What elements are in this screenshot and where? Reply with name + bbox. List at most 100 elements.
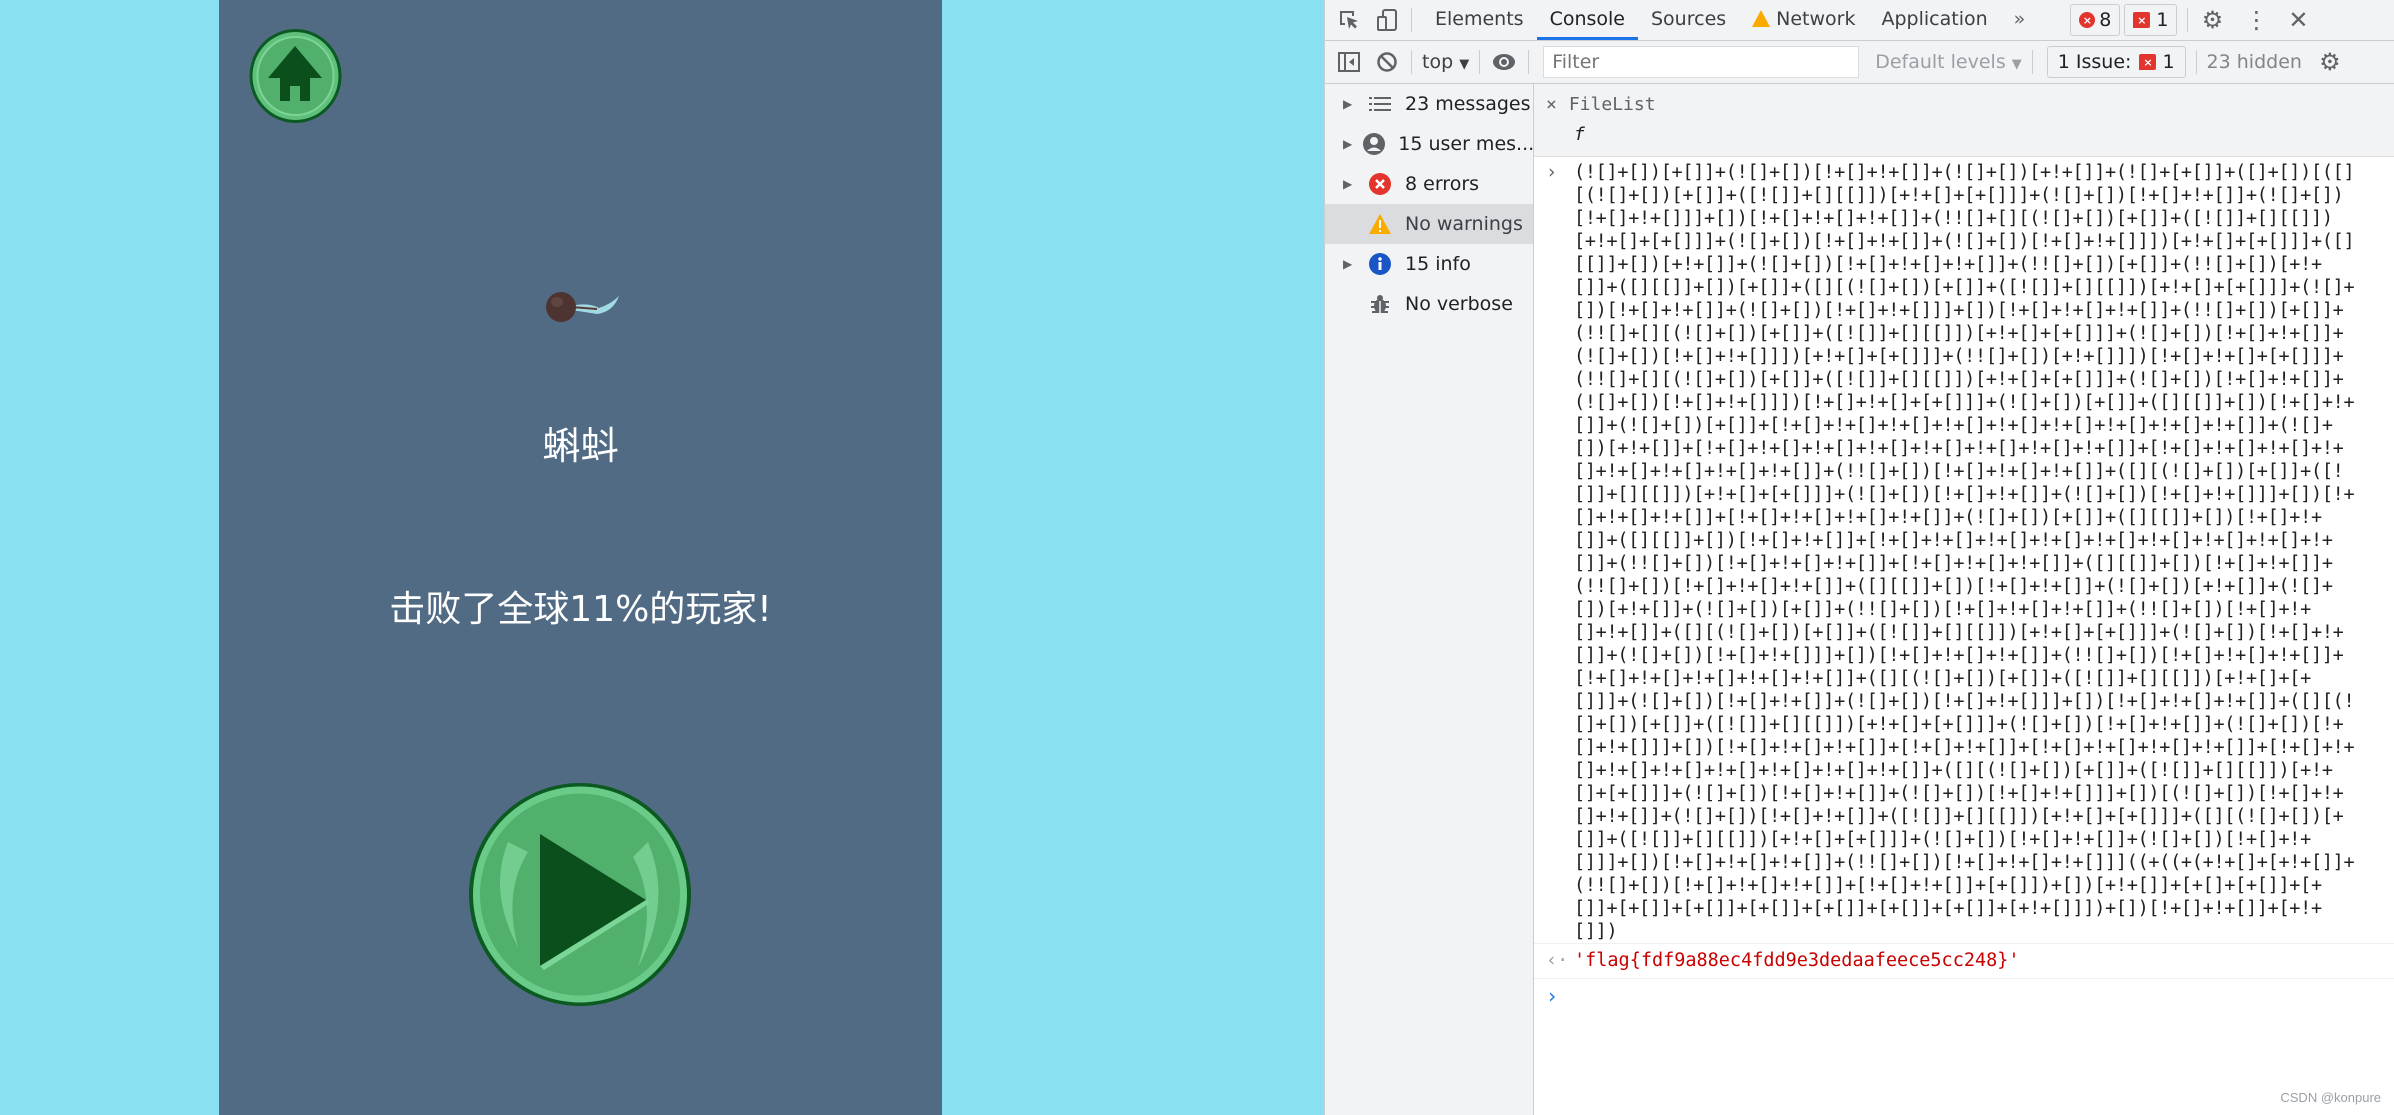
tab-network[interactable]: Network bbox=[1739, 0, 1868, 40]
warning-icon bbox=[1367, 211, 1393, 237]
list-icon bbox=[1367, 91, 1393, 117]
issues-badge[interactable]: × 1 bbox=[2124, 4, 2178, 36]
divider bbox=[1479, 50, 1481, 74]
flag-result: 'flag{fdf9a88ec4fdd9e3dedaafeece5cc248}' bbox=[1574, 950, 2020, 971]
home-button[interactable] bbox=[248, 28, 343, 124]
code-line: []]+([][[]]+[])[+[]]+([][(![]+[])[+[]]+(… bbox=[1574, 277, 2355, 298]
code-line: []+!+[]]+([][(![]+[])[+[]]+([![]]+[][[]]… bbox=[1574, 622, 2344, 643]
eye-icon[interactable] bbox=[1490, 48, 1518, 76]
tab-console[interactable]: Console bbox=[1536, 0, 1639, 40]
code-line: []+!+[]]]+[])[!+[]+!+[]+!+[]]+[!+[]+!+[]… bbox=[1574, 737, 2355, 758]
more-options-icon[interactable]: ⋮ bbox=[2242, 6, 2270, 34]
issue-count: 1 bbox=[2156, 9, 2169, 31]
code-line: []]+(![]+[])[+[]]+[!+[]+!+[]+!+[]+!+[]+!… bbox=[1574, 415, 2333, 436]
expand-arrow-icon: ▶ bbox=[1343, 137, 1353, 151]
divider bbox=[1528, 50, 1530, 74]
code-line: (![]+[])[+[]]+(![]+[])[!+[]+!+[]]+(![]+[… bbox=[1574, 162, 2355, 183]
divider bbox=[2031, 50, 2033, 74]
console-prompt[interactable]: › bbox=[1534, 979, 2394, 1013]
code-line: [])[+!+[]]+(![]+[])[+[]]+(!![]+[])[!+[]+… bbox=[1574, 599, 2311, 620]
more-tabs-button[interactable]: » bbox=[2001, 0, 2039, 40]
code-line: []+!+[]+!+[]+!+[]+!+[]]+(!![]+[])[!+[]+!… bbox=[1574, 461, 2344, 482]
dropdown-arrow-icon: ▼ bbox=[1459, 57, 1470, 72]
tadpole-sprite bbox=[543, 286, 623, 326]
code-line: [+!+[]+[+[]]]+(![]+[])[!+[]+!+[]]+(![]+[… bbox=[1574, 231, 2355, 252]
console-input-entry: › (![]+[])[+[]]+(![]+[])[!+[]+!+[]]+(![]… bbox=[1534, 157, 2394, 944]
warning-icon bbox=[1752, 10, 1771, 27]
code-line: (!![]+[])[!+[]+!+[]+!+[]]+([][[]]+[])[!+… bbox=[1574, 576, 2333, 597]
expand-arrow-icon: ▶ bbox=[1343, 97, 1353, 111]
clear-console-icon[interactable] bbox=[1373, 48, 1401, 76]
code-line: [(![]+[])[+[]]+([![]]+[][[]])[+!+[]+[+[]… bbox=[1574, 185, 2344, 206]
input-chevron-icon: › bbox=[1546, 162, 1557, 183]
sidebar-toggle-icon[interactable] bbox=[1335, 48, 1363, 76]
sidebar-item-label: 15 user mes... bbox=[1398, 133, 1533, 155]
code-line: []]+([![]]+[][[]])[+!+[]+[+[]]]+(![]+[])… bbox=[1574, 829, 2311, 850]
code-line: [])[!+[]+!+[]]+(![]+[])[!+[]+!+[]]]+[])[… bbox=[1574, 300, 2344, 321]
console-toolbar: top ▼ Default levels ▼ 1 Issue: × 1 23 hid… bbox=[1325, 41, 2394, 84]
sidebar-item-messages[interactable]: ▶ 23 messages bbox=[1325, 84, 1533, 124]
sidebar-item-errors[interactable]: ▶ 8 errors bbox=[1325, 164, 1533, 204]
device-toolbar-icon[interactable] bbox=[1373, 6, 1401, 34]
devtools-panel: Elements Console Sources Network Applica… bbox=[1324, 0, 2394, 1115]
result-arrow-icon: ‹· bbox=[1546, 950, 1569, 971]
context-selector[interactable]: top ▼ bbox=[1422, 51, 1469, 73]
sidebar-item-user-messages[interactable]: ▶ 15 user mes... bbox=[1325, 124, 1533, 164]
tab-elements[interactable]: Elements bbox=[1422, 0, 1537, 40]
code-line: []]]+(![]+[])[!+[]+!+[]]+(![]+[])[!+[]+!… bbox=[1574, 691, 2355, 712]
inspect-element-icon[interactable] bbox=[1335, 6, 1363, 34]
sidebar-item-label: 15 info bbox=[1405, 253, 1471, 275]
issue-icon: × bbox=[2133, 12, 2151, 28]
issues-label: 1 Issue: bbox=[2057, 51, 2132, 73]
log-levels-dropdown[interactable]: Default levels ▼ bbox=[1875, 51, 2022, 73]
code-line: (![]+[])[!+[]+!+[]]])[!+[]+!+[]+[+[]]]+(… bbox=[1574, 392, 2355, 413]
devtools-tabbar: Elements Console Sources Network Applica… bbox=[1325, 0, 2394, 41]
issues-count: 1 bbox=[2162, 51, 2175, 73]
divider bbox=[1411, 8, 1412, 32]
tab-sources[interactable]: Sources bbox=[1638, 0, 1739, 40]
code-line: []]+[][[]])[+!+[]+[+[]]]+(![]+[])[!+[]+!… bbox=[1574, 484, 2355, 505]
context-label: top bbox=[1422, 51, 1454, 73]
issues-button[interactable]: 1 Issue: × 1 bbox=[2046, 46, 2186, 78]
tab-application[interactable]: Application bbox=[1869, 0, 2001, 40]
code-line: (!![]+[][(![]+[])[+[]]+([![]]+[][[]])[+!… bbox=[1574, 369, 2344, 390]
console-settings-icon[interactable]: ⚙ bbox=[2316, 48, 2344, 76]
code-line: []]+(![]+[])[!+[]+!+[]]]+[])[!+[]+!+[]+!… bbox=[1574, 645, 2344, 666]
close-icon[interactable]: ✕ bbox=[2284, 6, 2312, 34]
divider bbox=[2187, 8, 2189, 32]
code-line: []]+[+[]]+[+[]]+[+[]]+[+[]]+[+[]]+[+[]]+… bbox=[1574, 898, 2322, 919]
context-label: FileList bbox=[1568, 94, 1656, 115]
sidebar-item-label: 23 messages bbox=[1405, 93, 1531, 115]
home-icon bbox=[249, 29, 342, 123]
error-icon bbox=[1367, 171, 1393, 197]
error-count: 8 bbox=[2099, 9, 2112, 31]
settings-gear-icon[interactable]: ⚙ bbox=[2198, 6, 2226, 34]
console-output: × FileList f › (![]+[])[+[]]+(![]+[])[!+[… bbox=[1534, 84, 2394, 1115]
play-icon bbox=[469, 783, 691, 1006]
code-line: []+[+[]]]+(![]+[])[!+[]+!+[]]+(![]+[])[!… bbox=[1574, 783, 2344, 804]
errors-badge[interactable]: × 8 bbox=[2070, 4, 2121, 36]
divider bbox=[1411, 50, 1412, 74]
filter-input[interactable] bbox=[1543, 46, 1860, 78]
game-panel: 蝌蚪 击败了全球11%的玩家! bbox=[219, 0, 942, 1115]
sidebar-item-verbose[interactable]: No verbose bbox=[1325, 284, 1533, 324]
expand-arrow-icon: ▶ bbox=[1343, 177, 1353, 191]
sidebar-item-warnings[interactable]: No warnings bbox=[1325, 204, 1533, 244]
code-text: (![]+[])[+[]]+(![]+[])[!+[]+!+[]]+(![]+[… bbox=[1574, 161, 2394, 943]
play-button[interactable] bbox=[468, 782, 692, 1007]
close-icon[interactable]: × bbox=[1546, 94, 1557, 115]
code-line: (![]+[])[!+[]+!+[]]])[+!+[]+[+[]]]+(!![]… bbox=[1574, 346, 2344, 367]
code-line: []]+(!![]+[])[!+[]+!+[]+!+[]]+[!+[]+!+[]… bbox=[1574, 553, 2333, 574]
log-levels-label: Default levels bbox=[1875, 51, 2006, 73]
sidebar-item-info[interactable]: ▶ 15 info bbox=[1325, 244, 1533, 284]
console-context-entry: × FileList f bbox=[1534, 84, 2394, 157]
user-icon bbox=[1362, 131, 1386, 157]
sidebar-item-label: 8 errors bbox=[1405, 173, 1480, 195]
expand-arrow-icon: ▶ bbox=[1343, 257, 1353, 271]
tab-network-label: Network bbox=[1776, 8, 1856, 30]
code-line: (!![]+[][(![]+[])[+[]]+([![]]+[][[]])[+!… bbox=[1574, 323, 2344, 344]
code-line: [!+[]+!+[]]]+[])[!+[]+!+[]+!+[]]+(!![]+[… bbox=[1574, 208, 2333, 229]
code-line: []+!+[]+!+[]]+[!+[]+!+[]+!+[]+!+[]]+(![]… bbox=[1574, 507, 2322, 528]
console-sidebar: ▶ 23 messages ▶ 15 user mes... ▶ 8 error… bbox=[1325, 84, 1534, 1115]
sidebar-item-label: No warnings bbox=[1405, 213, 1523, 235]
